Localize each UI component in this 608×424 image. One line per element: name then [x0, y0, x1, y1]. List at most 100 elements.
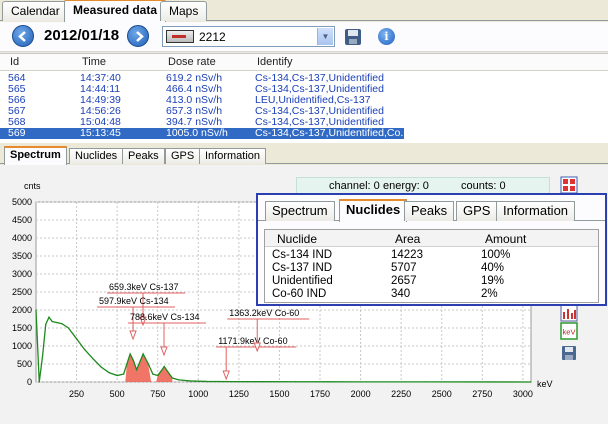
data-point [41, 356, 44, 358]
table-row[interactable]: 567 14:56:26 657.3 nSv/h Cs-134,Cs-137,U… [0, 106, 608, 117]
data-point [108, 372, 110, 374]
cell-area: 14223 [391, 249, 423, 261]
next-day-button[interactable] [127, 25, 149, 47]
data-point [359, 381, 362, 383]
column-header-area[interactable]: Area [395, 232, 420, 246]
tab-gps[interactable]: GPS [165, 148, 201, 164]
column-header-identify[interactable]: Identify [257, 56, 292, 68]
tab-maps[interactable]: Maps [160, 1, 208, 21]
peak-annotation-label: 597.9keV Cs-134 [99, 296, 169, 306]
nuclides-popup: Spectrum Nuclides Peaks GPS Information … [256, 193, 607, 306]
data-point [61, 323, 63, 325]
y-tick-label: 4500 [12, 215, 32, 225]
cell-dose-rate: 413.0 nSv/h [166, 95, 223, 106]
previous-day-button[interactable] [12, 25, 34, 47]
data-point [75, 338, 78, 340]
popup-tab-spectrum[interactable]: Spectrum [265, 201, 335, 221]
y-tick-label: 500 [17, 359, 32, 369]
popup-tab-gps[interactable]: GPS [456, 201, 498, 221]
data-point [230, 381, 232, 383]
data-point [160, 370, 162, 372]
data-point [166, 370, 169, 372]
y-tick-label: 2500 [12, 287, 32, 297]
x-tick-label: 1750 [310, 389, 330, 399]
table-row[interactable]: 568 15:04:48 394.7 nSv/h Cs-134,Cs-137,U… [0, 117, 608, 128]
popup-tab-peaks[interactable]: Peaks [404, 201, 455, 221]
y-axis-label: cnts [24, 181, 41, 191]
tab-information[interactable]: Information [199, 148, 267, 164]
nuclide-row[interactable]: Cs-134 IND 14223 100% [265, 249, 598, 262]
data-point [92, 358, 94, 360]
cell-time: 14:49:39 [80, 95, 121, 106]
data-point [136, 369, 138, 371]
cell-area: 5707 [391, 262, 417, 274]
data-point [147, 362, 149, 364]
cell-amount: 100% [481, 249, 511, 261]
info-icon[interactable]: i [378, 28, 395, 45]
cell-id: 569 [8, 128, 26, 139]
popup-tab-information[interactable]: Information [496, 201, 576, 221]
cell-dose-rate: 466.4 nSv/h [166, 84, 223, 95]
y-tick-label: 2000 [12, 305, 32, 315]
cell-dose-rate: 619.2 nSv/h [166, 73, 223, 84]
grid-icon[interactable] [560, 176, 578, 194]
device-select[interactable]: 2212 ▼ [162, 26, 335, 47]
kev-button[interactable]: keV [560, 322, 578, 340]
nuclide-row[interactable]: Cs-137 IND 5707 40% [265, 262, 598, 275]
nuclides-table: Nuclide Area Amount Cs-134 IND 14223 100… [264, 229, 599, 303]
bar-chart-icon[interactable] [560, 304, 578, 322]
column-header-nuclide[interactable]: Nuclide [277, 232, 317, 246]
device-icon [166, 30, 194, 43]
table-header: Id Time Dose rate Identify [0, 54, 608, 71]
table-row[interactable]: 564 14:37:40 619.2 nSv/h Cs-134,Cs-137,U… [0, 73, 608, 84]
cell-identify: LEU,Unidentified,Cs-137 [255, 95, 371, 106]
save-spectrum-icon[interactable] [560, 344, 578, 362]
cell-id: 567 [8, 106, 26, 117]
popup-tab-nuclides[interactable]: Nuclides [339, 199, 408, 222]
data-point [35, 309, 37, 311]
tab-peaks[interactable]: Peaks [122, 148, 165, 164]
y-tick-label: 0 [27, 377, 32, 387]
nuclide-row[interactable]: Unidentified 2657 19% [265, 275, 598, 288]
tab-spectrum[interactable]: Spectrum [4, 146, 67, 165]
cell-identify: Cs-134,Cs-137,Unidentified [255, 106, 384, 117]
cell-time: 15:04:48 [80, 117, 121, 128]
column-header-time[interactable]: Time [82, 56, 106, 68]
detail-tab-bar: Spectrum Nuclides Peaks GPS Information [0, 146, 608, 165]
y-tick-label: 3000 [12, 269, 32, 279]
x-tick-label: 2250 [391, 389, 411, 399]
cell-area: 2657 [391, 275, 417, 287]
table-row-selected[interactable]: 569 15:13:45 1005.0 nSv/h Cs-134,Cs-137,… [0, 128, 404, 139]
cell-identify: Cs-134,Cs-137,Unidentified,Co... [255, 128, 403, 139]
x-tick-label: 1500 [269, 389, 289, 399]
x-tick-label: 500 [110, 389, 125, 399]
data-point [171, 377, 173, 379]
tab-nuclides[interactable]: Nuclides [69, 148, 124, 164]
tab-calendar[interactable]: Calendar [2, 1, 69, 21]
table-row[interactable]: 565 14:44:11 466.4 nSv/h Cs-134,Cs-137,U… [0, 84, 608, 95]
column-header-id[interactable]: Id [10, 56, 19, 68]
nuclides-table-header: Nuclide Area Amount [265, 230, 598, 247]
readout-energy: energy: 0 [383, 180, 429, 192]
chevron-down-icon[interactable]: ▼ [317, 28, 333, 45]
x-tick-label: 250 [69, 389, 84, 399]
data-point [295, 381, 297, 383]
x-tick-label: 1000 [188, 389, 208, 399]
cell-time: 14:37:40 [80, 73, 121, 84]
data-point [424, 381, 427, 383]
save-icon[interactable] [345, 29, 361, 45]
y-tick-label: 4000 [12, 233, 32, 243]
data-point [489, 381, 492, 383]
column-header-amount[interactable]: Amount [485, 232, 526, 246]
data-point [51, 320, 53, 323]
peak-annotation-label: 659.3keV Cs-137 [109, 282, 179, 292]
y-tick-label: 1500 [12, 323, 32, 333]
data-point [157, 374, 159, 377]
cell-nuclide: Co-60 IND [272, 288, 327, 300]
tab-measured-data[interactable]: Measured data [64, 0, 167, 22]
table-row[interactable]: 566 14:49:39 413.0 nSv/h LEU,Unidentifie… [0, 95, 608, 106]
data-point [45, 323, 47, 325]
nuclide-row[interactable]: Co-60 IND 340 2% [265, 288, 598, 301]
data-point [152, 373, 154, 375]
column-header-dose-rate[interactable]: Dose rate [168, 56, 216, 68]
